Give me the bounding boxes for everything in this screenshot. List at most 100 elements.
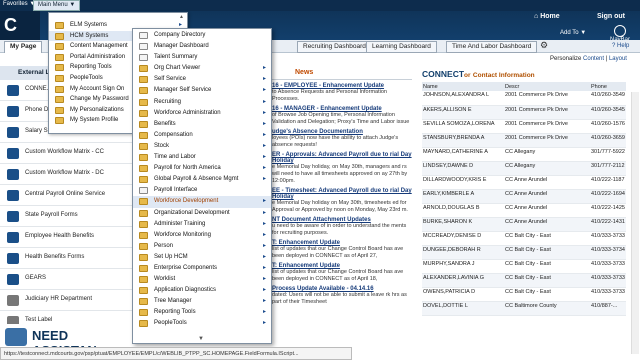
chevron-right-icon: ▸ [262, 198, 266, 205]
folder-icon [139, 120, 148, 128]
news-body: of Browse Job Opening time, Personal Inf… [272, 112, 410, 125]
table-cell: CC Balt City - East [504, 245, 590, 260]
external-link-item[interactable]: Employee Health Benefits [0, 227, 132, 248]
need-assistance-banner[interactable]: NEED ASSISTAN [0, 324, 132, 358]
folder-icon [139, 87, 148, 95]
menu-item[interactable]: Workforce Development ▸ [133, 196, 271, 208]
table-row: JOHNSON,ALEXANDRA L 2001 Commerce Pk Driv… [422, 91, 626, 106]
folder-icon [55, 43, 64, 51]
scroll-down-icon[interactable]: ▼ [198, 336, 204, 342]
tab-learning-dashboard[interactable]: Learning Dashboard [366, 41, 437, 53]
menu-item[interactable]: Manager Self Service ▸ [133, 85, 271, 96]
menu-item[interactable]: Payroll for North America ▸ [133, 163, 271, 174]
table-cell: MCCREADY,DENISE D [422, 231, 504, 246]
external-link-item[interactable]: Central Payroll Online Service [0, 185, 132, 206]
folder-icon [55, 64, 64, 72]
news-body: e Memorial Day holiday, on May 30th, man… [272, 164, 408, 184]
news-item: ER - Approvals: Advanced Payroll due to … [272, 152, 412, 185]
news-body: to Absence Requests and Personal Informa… [272, 89, 387, 102]
menu-item[interactable]: PeopleTools▸ [133, 318, 271, 329]
main-menu[interactable]: Main Menu ▼ [33, 0, 81, 11]
menu-item[interactable]: Benefits ▸ [133, 119, 271, 130]
folder-icon [139, 264, 148, 272]
menu-item[interactable]: Person ▸ [133, 241, 271, 252]
chevron-right-icon: ▸ [262, 309, 266, 316]
menu-item[interactable]: Application Diagnostics ▸ [133, 285, 271, 296]
table-cell: DOVEL,DOTTIE L [422, 301, 504, 316]
table-cell: CC Balt City - East [504, 273, 590, 288]
help-link[interactable]: ? Help [612, 43, 629, 49]
news-title-link[interactable]: ER - Approvals: Advanced Payroll due to … [272, 152, 412, 164]
table-cell: 410/333-3733 [590, 287, 626, 302]
menu-item[interactable]: Stock ▸ [133, 141, 271, 152]
menu-item[interactable]: Time and Labor ▸ [133, 152, 271, 163]
menu-item[interactable]: Workforce Administration ▸ [133, 108, 271, 119]
table-cell: 410/260-1576 [590, 119, 626, 134]
news-item: NT Document Attachment Updates u need to … [272, 217, 412, 237]
link-icon [7, 295, 19, 306]
news-title-link[interactable]: EE - Timesheet: Advanced Payroll due to … [272, 188, 412, 200]
folder-icon [139, 309, 148, 317]
menu-item[interactable]: Reporting Tools▸ [133, 307, 271, 318]
chevron-right-icon: ▸ [262, 220, 266, 227]
table-cell: MURPHY,SANDRA J [422, 259, 504, 274]
menu-item[interactable]: Talent Summary [133, 52, 271, 63]
external-link-item[interactable]: Judiciary HR Department [0, 290, 132, 311]
menu-item[interactable]: Set Up HCM ▸ [133, 252, 271, 263]
menu-item[interactable]: Self Service ▸ [133, 74, 271, 85]
table-cell: 2001 Commerce Pk Drive [504, 91, 590, 106]
favorites-menu[interactable]: Favorites ▼ [3, 1, 35, 7]
folder-icon [55, 96, 64, 104]
table-cell: 410/222-1431 [590, 217, 626, 232]
tab-time-labor-dashboard[interactable]: Time And Labor Dashboard [446, 41, 538, 53]
chevron-right-icon: ▸ [262, 276, 266, 283]
table-row: LINDSEY,DAWNE D CC Allegany 301/777-2112 [422, 161, 626, 176]
folder-icon [55, 106, 64, 114]
table-cell: 410/260-3659 [590, 133, 626, 148]
menu-item[interactable]: Administer Training ▸ [133, 219, 271, 230]
external-link-item[interactable]: Health Benefits Forms [0, 248, 132, 269]
table-row: ALEXANDER,LAVINIA G CC Balt City - East 41… [422, 273, 626, 288]
page-scrollbar[interactable] [631, 92, 639, 354]
external-link-item[interactable]: Custom Workflow Matrix - CC [0, 143, 132, 164]
menu-item[interactable]: Enterprise Components ▸ [133, 263, 271, 274]
gear-icon[interactable]: ⚙ [540, 40, 548, 51]
menu-item[interactable]: Workforce Monitoring ▸ [133, 230, 271, 241]
column-header[interactable]: Phone [590, 82, 626, 91]
folder-icon [139, 242, 148, 250]
table-cell: DUNGEE,DEBORAH R [422, 245, 504, 260]
folder-icon [139, 109, 148, 117]
menu-item[interactable]: Recruiting ▸ [133, 97, 271, 108]
link-icon [7, 211, 19, 222]
home-link[interactable]: ⌂ Home [534, 13, 560, 20]
chevron-right-icon: ▸ [262, 298, 266, 305]
folder-icon [55, 22, 64, 29]
add-to-menu[interactable]: Add To ▼ [560, 30, 586, 36]
menu-item[interactable]: Organizational Development ▸ [133, 208, 271, 219]
chevron-right-icon: ▸ [262, 98, 266, 105]
menu-item[interactable]: Compensation ▸ [133, 130, 271, 141]
external-link-item[interactable]: State Payroll Forms [0, 206, 132, 227]
menu-item[interactable]: Manager Dashboard [133, 41, 271, 52]
tab-my-page[interactable]: My Page [4, 41, 43, 53]
menu-item[interactable]: Payroll Interface [133, 185, 271, 196]
personalize-layout-link[interactable]: Layout [609, 56, 627, 62]
menu-item[interactable]: Org Chart Viewer ▸ [133, 63, 271, 74]
personalize-content-link[interactable]: Content [583, 56, 604, 62]
external-link-item[interactable]: GEARS [0, 269, 132, 290]
hcm-systems-submenu: Company Directory Manager Dashboard Talent… [132, 28, 272, 344]
table-cell: 301/777-5922 [590, 147, 626, 162]
table-cell: 410/887-... [590, 301, 626, 316]
chevron-right-icon: ▸ [262, 120, 266, 127]
column-header[interactable]: Name [422, 82, 504, 91]
table-row: BURKE,SHARON K CC Anne Arundel 410/222-143… [422, 217, 626, 232]
external-link-item[interactable]: Custom Workflow Matrix - DC [0, 164, 132, 185]
tab-recruiting-dashboard[interactable]: Recruiting Dashboard [297, 41, 372, 53]
menu-item[interactable]: Company Directory [133, 30, 271, 41]
menu-item[interactable]: Worklist ▸ [133, 274, 271, 285]
menu-item[interactable]: Tree Manager ▸ [133, 296, 271, 307]
column-header[interactable]: Descr [504, 82, 590, 91]
news-item: udge's Absence Documentation loyees (POIs… [272, 129, 412, 149]
sign-out-link[interactable]: Sign out [597, 13, 625, 20]
menu-item[interactable]: Global Payroll & Absence Mgmt ▸ [133, 174, 271, 185]
